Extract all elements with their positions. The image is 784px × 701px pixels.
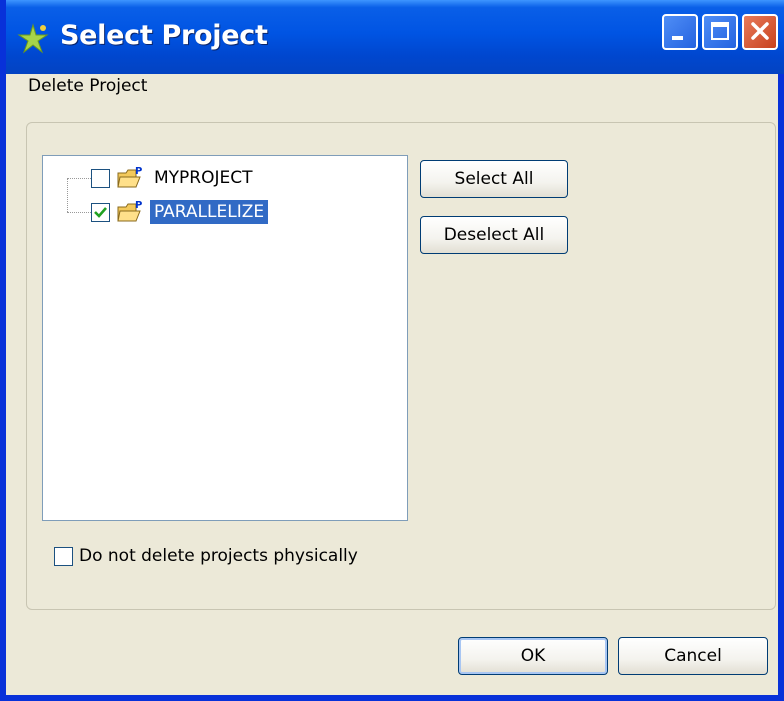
maximize-button[interactable] — [702, 14, 738, 50]
do-not-delete-option[interactable]: Do not delete projects physically — [54, 546, 358, 566]
tree-item-label: MYPROJECT — [154, 168, 253, 188]
tree-item-myproject[interactable]: P MYPROJECT — [91, 164, 257, 192]
minimize-icon — [672, 36, 683, 40]
project-folder-icon: P — [117, 200, 142, 222]
ok-button[interactable]: OK — [458, 637, 608, 675]
tree-connector-line — [67, 178, 91, 179]
project-checkbox[interactable] — [91, 202, 110, 222]
do-not-delete-label: Do not delete projects physically — [79, 546, 358, 566]
dialog-subtitle: Delete Project — [28, 76, 148, 96]
cancel-button[interactable]: Cancel — [618, 637, 768, 675]
project-tree[interactable]: P MYPROJECT P PARALLELIZE — [42, 155, 408, 521]
select-all-button[interactable]: Select All — [420, 160, 568, 198]
maximize-icon — [711, 22, 729, 40]
app-star-icon — [17, 23, 49, 54]
tree-item-parallelize[interactable]: P PARALLELIZE — [91, 198, 269, 226]
minimize-button[interactable] — [662, 14, 698, 50]
tree-connector-line — [67, 212, 91, 213]
checkmark-icon — [94, 206, 107, 218]
svg-text:P: P — [135, 200, 142, 211]
window-title: Select Project — [60, 20, 268, 51]
close-button[interactable] — [742, 14, 778, 50]
svg-text:P: P — [135, 166, 142, 177]
title-bar[interactable]: Select Project — [6, 0, 784, 74]
do-not-delete-checkbox[interactable] — [54, 546, 73, 566]
deselect-all-button[interactable]: Deselect All — [420, 216, 568, 254]
close-icon — [751, 22, 769, 40]
project-folder-icon: P — [117, 166, 142, 188]
tree-item-label: PARALLELIZE — [150, 200, 269, 224]
tree-connector-line — [67, 178, 68, 212]
project-checkbox[interactable] — [91, 168, 110, 188]
